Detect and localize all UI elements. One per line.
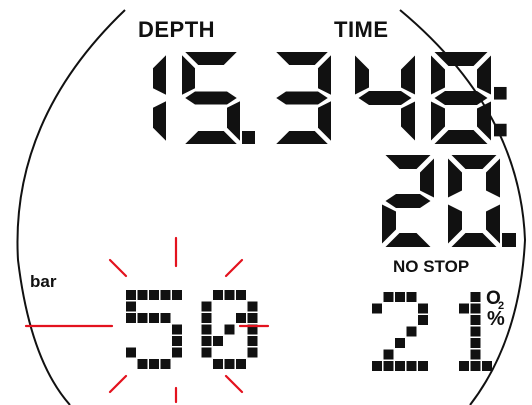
warning-ray [108,374,128,394]
warning-ray [224,258,244,278]
warning-ray [108,258,128,278]
pressure-warning-flash-icon [24,236,270,404]
warning-ray [224,374,244,394]
dive-computer-screen: DEPTH TIME NO STOP bar O 2 % [0,0,532,405]
